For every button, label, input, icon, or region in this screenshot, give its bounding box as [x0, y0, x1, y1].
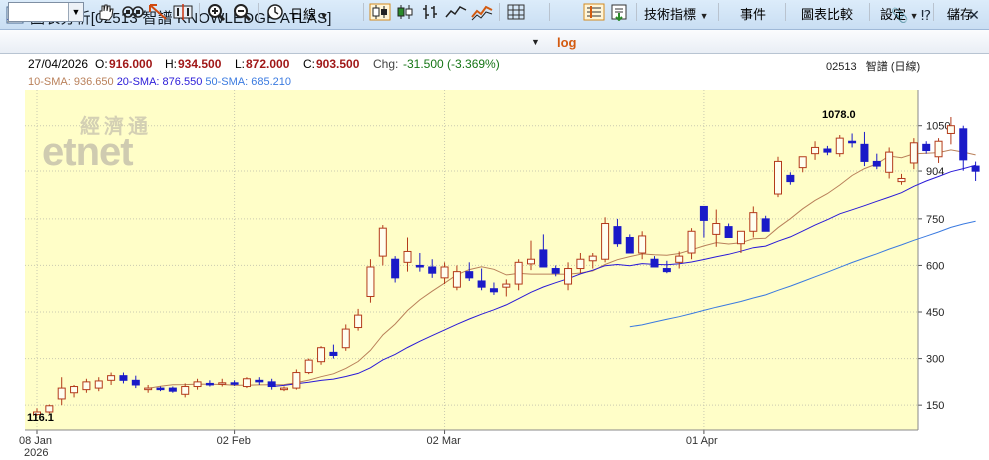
- candle-up: [440, 266, 449, 279]
- candle-down: [662, 268, 671, 273]
- candle-up: [107, 375, 116, 381]
- candle-up: [601, 223, 610, 260]
- candle-up: [736, 230, 745, 245]
- candle-down: [699, 205, 708, 221]
- candle-down: [391, 258, 400, 279]
- candle-down: [267, 381, 276, 388]
- candle-up: [366, 266, 375, 297]
- candle-up: [181, 386, 190, 395]
- candle-up: [712, 223, 721, 235]
- sma10-line: [148, 149, 976, 389]
- candle-up: [144, 387, 153, 391]
- y-tick-label: 300: [926, 354, 944, 366]
- candle-up: [280, 387, 288, 391]
- candle-up: [885, 151, 894, 173]
- candle-down: [551, 268, 560, 274]
- candle-up: [317, 347, 326, 363]
- candle-down: [848, 140, 857, 144]
- candle-down: [131, 379, 140, 386]
- candle-up: [514, 261, 523, 285]
- candle-up: [897, 177, 906, 183]
- candle-down: [230, 382, 239, 385]
- sma20-line: [271, 164, 976, 388]
- year-label: 2026: [24, 447, 49, 459]
- x-tick-label: 02 Feb: [217, 435, 251, 447]
- candle-down: [415, 264, 424, 268]
- candle-up: [292, 372, 301, 389]
- candle-up: [193, 381, 202, 388]
- y-tick-label: 904: [926, 166, 944, 178]
- candle-down: [156, 387, 165, 391]
- candle-down: [786, 174, 795, 183]
- candle-up: [564, 268, 573, 285]
- candle-up: [687, 230, 696, 254]
- candle-down: [761, 218, 770, 232]
- candle-up: [378, 227, 387, 257]
- candle-up: [946, 125, 955, 134]
- candle-up: [798, 156, 807, 169]
- candle-up: [341, 328, 350, 349]
- candle-down: [205, 382, 214, 386]
- x-tick-label: 01 Apr: [686, 435, 718, 447]
- candle-up: [304, 359, 313, 374]
- candle-up: [94, 380, 103, 389]
- y-tick-label: 450: [926, 307, 944, 319]
- candle-down: [168, 387, 177, 392]
- candle-up: [218, 382, 227, 385]
- candle-down: [329, 351, 338, 356]
- sma50-line: [629, 220, 976, 328]
- candle-down: [255, 379, 264, 383]
- candle-up: [675, 255, 684, 263]
- candle-up: [934, 140, 943, 158]
- candle-up: [354, 314, 363, 329]
- candle-down: [724, 226, 733, 238]
- candle-down: [489, 288, 498, 293]
- y-tick-label: 150: [926, 400, 944, 412]
- candle-down: [860, 143, 869, 162]
- candle-down: [959, 128, 968, 161]
- candle-down: [477, 280, 486, 288]
- candle-up: [909, 142, 918, 164]
- x-tick-label: 02 Mar: [427, 435, 462, 447]
- y-tick-label: 1050: [926, 121, 950, 133]
- y-tick-label: 600: [926, 260, 944, 272]
- candle-down: [539, 249, 548, 268]
- candle-up: [527, 258, 535, 265]
- candle-up: [82, 381, 91, 391]
- candle-up: [452, 271, 461, 288]
- candle-down: [465, 271, 474, 279]
- candle-down: [613, 226, 622, 245]
- candle-down: [922, 143, 931, 152]
- candle-down: [119, 375, 128, 381]
- candlestick-chart: 150 300 450 600 750 904 1050 08 Jan 02 Feb 02 Mar…: [19, 90, 980, 447]
- candle-down: [625, 236, 634, 254]
- candle-up: [749, 212, 758, 232]
- high-annotation: 1078.0: [822, 109, 856, 121]
- candle-up: [57, 387, 66, 400]
- candle-down: [428, 266, 437, 274]
- candle-up: [774, 160, 782, 195]
- candle-up: [638, 235, 647, 254]
- low-annotation: 116.1: [27, 412, 54, 424]
- candle-up: [811, 146, 820, 155]
- candle-up: [502, 283, 511, 288]
- y-tick-label: 750: [926, 214, 944, 226]
- candle-down: [971, 165, 980, 172]
- candle-down: [823, 148, 832, 153]
- candle-up: [242, 378, 251, 388]
- candle-down: [650, 258, 659, 268]
- candle-up: [588, 255, 597, 262]
- candle-down: [872, 160, 881, 167]
- candle-up: [835, 137, 844, 155]
- candle-up: [70, 386, 79, 394]
- x-tick-label: 08 Jan: [19, 435, 52, 447]
- candle-up: [576, 258, 585, 270]
- candle-up: [403, 250, 412, 263]
